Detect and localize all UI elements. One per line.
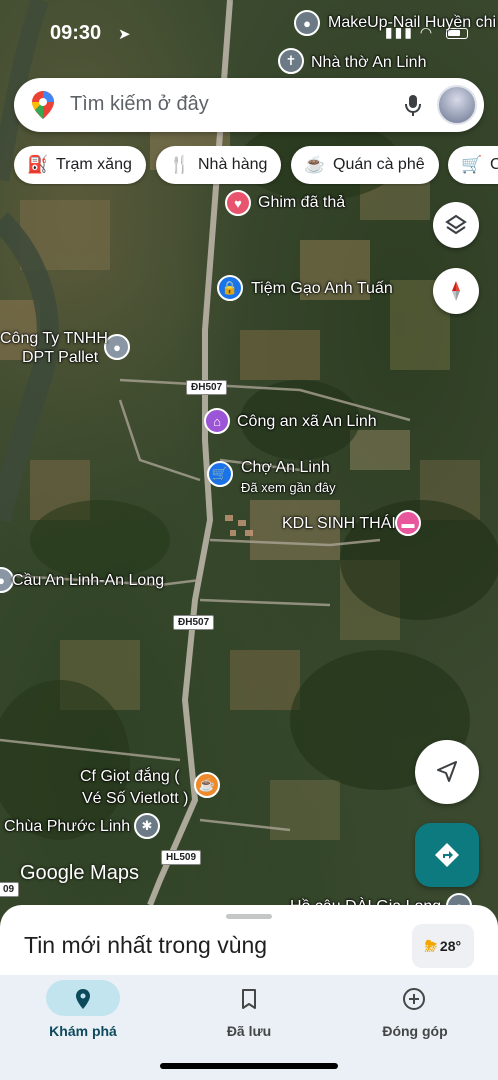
chip-coffee[interactable]: ☕ Quán cà phê: [291, 146, 439, 184]
dropped-pin-icon[interactable]: ♥: [225, 190, 251, 216]
road-shield-09: 09: [0, 882, 20, 897]
weather-badge[interactable]: ⛈ 28°: [412, 924, 474, 968]
search-input[interactable]: Tìm kiếm ở đây: [70, 93, 209, 116]
directions-button[interactable]: [415, 823, 479, 887]
google-maps-pin-icon: [32, 91, 54, 119]
gas-station-icon: ⛽: [27, 155, 49, 174]
nav-contribute-label: Đóng góp: [382, 1023, 448, 1039]
map-label-company-2[interactable]: DPT Pallet: [22, 349, 98, 367]
map-label-church[interactable]: Nhà thờ An Linh: [311, 54, 426, 72]
cafe-poi-icon[interactable]: ☕: [194, 772, 220, 798]
directions-icon: [435, 843, 459, 867]
map-label-market-sub: Đã xem gần đây: [241, 480, 336, 495]
temperature: 28°: [439, 938, 462, 954]
layers-icon: [445, 214, 467, 235]
map-label-pagoda[interactable]: Chùa Phước Linh: [4, 818, 130, 836]
home-indicator[interactable]: [160, 1063, 338, 1069]
clock: 09:30: [50, 22, 102, 44]
category-chips: ⛽ Trạm xăng 🍴 Nhà hàng ☕ Quán cà phê 🛒 C: [0, 146, 498, 186]
restaurant-icon: 🍴: [169, 155, 191, 174]
map-label-bridge[interactable]: Cầu An Linh-An Long: [12, 572, 164, 590]
pagoda-poi-icon[interactable]: ✱: [134, 813, 160, 839]
avatar[interactable]: [437, 85, 477, 125]
google-maps-logo: Google Maps: [20, 862, 139, 884]
microphone-icon[interactable]: [400, 92, 426, 118]
search-bar[interactable]: Tìm kiếm ở đây: [14, 78, 484, 132]
map-label-makeup[interactable]: MakeUp-Nail Huyền chi: [328, 14, 496, 32]
makeup-poi-icon[interactable]: ●: [294, 10, 320, 36]
road-shield-hl509: HL509: [161, 850, 202, 865]
chip-shopping[interactable]: 🛒 C: [448, 146, 498, 184]
chip-gas-station[interactable]: ⛽ Trạm xăng: [14, 146, 146, 184]
bookmark-icon: [242, 989, 256, 1009]
map-label-police[interactable]: Công an xã An Linh: [237, 413, 377, 431]
navigation-arrow-icon: [437, 761, 457, 782]
compass-button[interactable]: [433, 268, 479, 314]
add-circle-icon: [403, 988, 425, 1010]
my-location-button[interactable]: [415, 740, 479, 804]
map-label-resort[interactable]: KDL SINH THÁI: [282, 515, 396, 533]
sheet-title: Tin mới nhất trong vùng: [24, 932, 268, 958]
church-poi-icon[interactable]: ✝: [278, 48, 304, 74]
nav-explore-label: Khám phá: [49, 1023, 117, 1039]
coffee-icon: ☕: [304, 155, 326, 174]
shopping-cart-icon: 🛒: [461, 155, 483, 174]
chip-restaurant[interactable]: 🍴 Nhà hàng: [156, 146, 282, 184]
map-label-cafe-1[interactable]: Cf Giọt đắng (: [80, 768, 180, 786]
map-label-pin[interactable]: Ghim đã thả: [258, 194, 345, 212]
thunderstorm-icon: ⛈: [424, 937, 437, 955]
market-poi-icon[interactable]: 🛒: [207, 461, 233, 487]
nav-saved-label: Đã lưu: [226, 1023, 272, 1039]
location-pin-icon: [76, 989, 90, 1009]
map-label-rice[interactable]: Tiệm Gạo Anh Tuấn: [251, 280, 393, 298]
shop-poi-icon[interactable]: 🔒: [217, 275, 243, 301]
road-shield-dh507: ĐH507: [186, 380, 228, 395]
road-shield-dh507-2: ĐH507: [173, 615, 215, 630]
hotel-poi-icon[interactable]: ▬: [395, 510, 421, 536]
map-label-cafe-2[interactable]: Vé Số Vietlott ): [82, 790, 188, 808]
location-arrow-icon: ➤: [118, 26, 131, 43]
compass-icon: [452, 281, 460, 301]
layers-button[interactable]: [433, 202, 479, 248]
police-poi-icon[interactable]: ⌂: [204, 408, 230, 434]
sheet-grabber[interactable]: [226, 914, 272, 919]
map-label-market[interactable]: Chợ An Linh: [241, 459, 330, 477]
map-label-company-1[interactable]: Công Ty TNHH: [0, 330, 108, 348]
